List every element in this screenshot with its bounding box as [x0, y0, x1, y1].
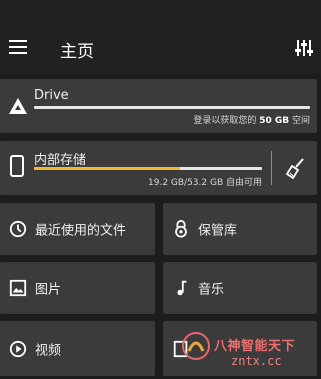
google-drive-icon — [9, 98, 27, 114]
tile-music[interactable]: 音乐 — [163, 262, 317, 314]
tile-recent-files-label: 最近使用的文件 — [35, 223, 127, 239]
drive-progress-bar — [34, 106, 310, 109]
drive-subtitle: 登录以获取您的 50 GB 空间 — [193, 116, 310, 126]
watermark: 八神智能天下 zntx.cc — [179, 326, 319, 376]
tile-recent-files[interactable]: 最近使用的文件 — [0, 203, 155, 255]
tile-vault[interactable]: 保管库 — [163, 203, 317, 255]
vault-icon — [175, 220, 187, 238]
watermark-text-cn: 八神智能天下 — [214, 339, 296, 354]
card-divider — [271, 151, 272, 185]
image-icon — [9, 279, 27, 297]
tile-music-label: 音乐 — [198, 282, 225, 298]
tile-images-label: 图片 — [35, 282, 62, 298]
phone-icon — [10, 155, 24, 177]
menu-icon[interactable] — [9, 40, 27, 54]
watermark-text-url: zntx.cc — [231, 354, 282, 368]
watermark-logo — [182, 332, 210, 360]
internal-storage-progress-fill — [34, 167, 180, 170]
tile-images[interactable]: 图片 — [0, 262, 155, 314]
internal-storage-label: 内部存储 — [34, 153, 87, 168]
tile-video-label: 视频 — [35, 343, 62, 358]
internal-storage-progress-bar — [34, 167, 262, 170]
drive-label: Drive — [34, 88, 69, 103]
broom-icon[interactable] — [285, 157, 307, 179]
internal-storage-card[interactable]: 内部存储 19.2 GB/53.2 GB 自由可用 — [0, 141, 317, 195]
drive-card[interactable]: Drive 登录以获取您的 50 GB 空间 — [0, 79, 317, 133]
clock-icon — [9, 220, 27, 238]
tune-icon[interactable] — [294, 38, 314, 58]
app-bar: 主页 — [0, 0, 321, 74]
page-title: 主页 — [60, 42, 94, 62]
tile-video[interactable]: 视频 — [0, 321, 155, 376]
tile-vault-label: 保管库 — [198, 223, 238, 239]
play-circle-icon — [9, 340, 27, 357]
music-note-icon — [177, 280, 187, 296]
internal-storage-subtitle: 19.2 GB/53.2 GB 自由可用 — [148, 178, 262, 188]
